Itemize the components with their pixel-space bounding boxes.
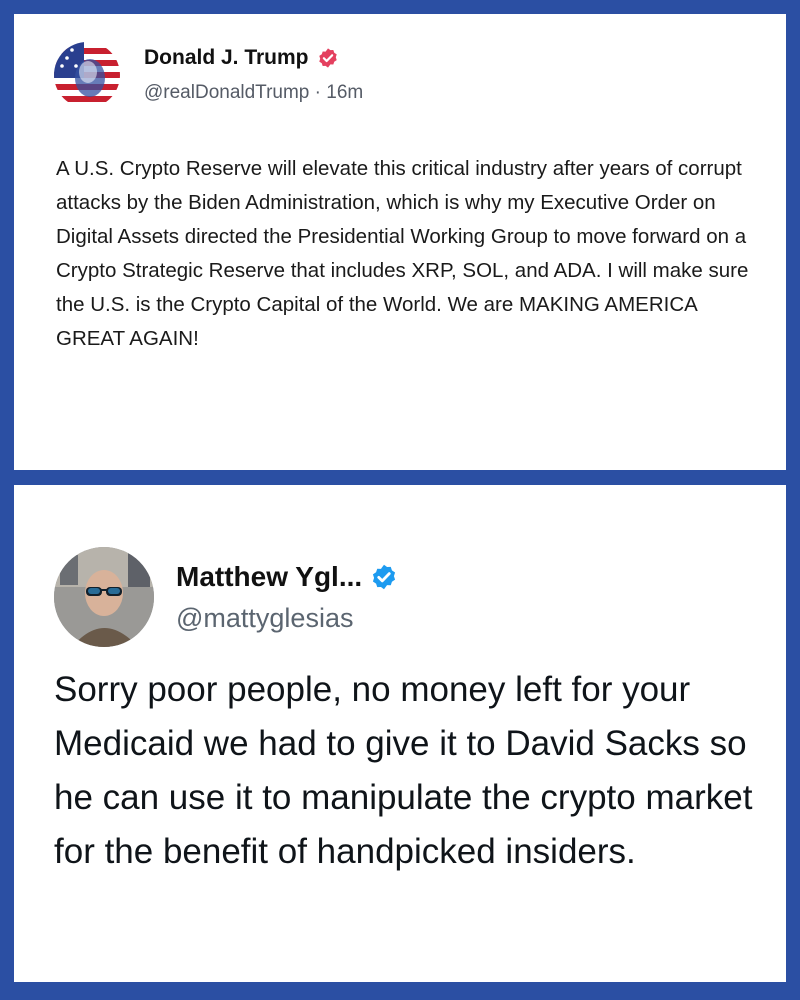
post-text: A U.S. Crypto Reserve will elevate this … xyxy=(56,157,749,350)
author-name[interactable]: Matthew Ygl... xyxy=(176,561,362,593)
post-header: Donald J. Trump @realDonaldTrump · 16m xyxy=(54,42,363,108)
verified-badge-icon xyxy=(370,563,398,591)
meta-separator: · xyxy=(314,82,321,103)
author-name[interactable]: Donald J. Trump xyxy=(144,46,309,70)
post-text: Sorry poor people, no money left for you… xyxy=(54,670,753,871)
handle-row: @mattyglesias xyxy=(176,603,398,634)
handle-row: @realDonaldTrump · 16m xyxy=(144,82,363,104)
post-header: Matthew Ygl... @mattyglesias xyxy=(54,547,398,647)
avatar[interactable] xyxy=(54,42,120,108)
flag-portrait-avatar-icon xyxy=(54,42,120,108)
post-card-trump: Donald J. Trump @realDonaldTrump · 16m A… xyxy=(14,14,786,470)
post-card-yglesias: Matthew Ygl... @mattyglesias Sorry poor … xyxy=(14,485,786,982)
verified-badge-icon xyxy=(317,47,339,69)
person-sunglasses-avatar-icon xyxy=(54,547,154,647)
post-timestamp[interactable]: 16m xyxy=(326,82,363,103)
author-handle[interactable]: @realDonaldTrump xyxy=(144,82,309,103)
avatar[interactable] xyxy=(54,547,154,647)
author-handle[interactable]: @mattyglesias xyxy=(176,603,353,633)
